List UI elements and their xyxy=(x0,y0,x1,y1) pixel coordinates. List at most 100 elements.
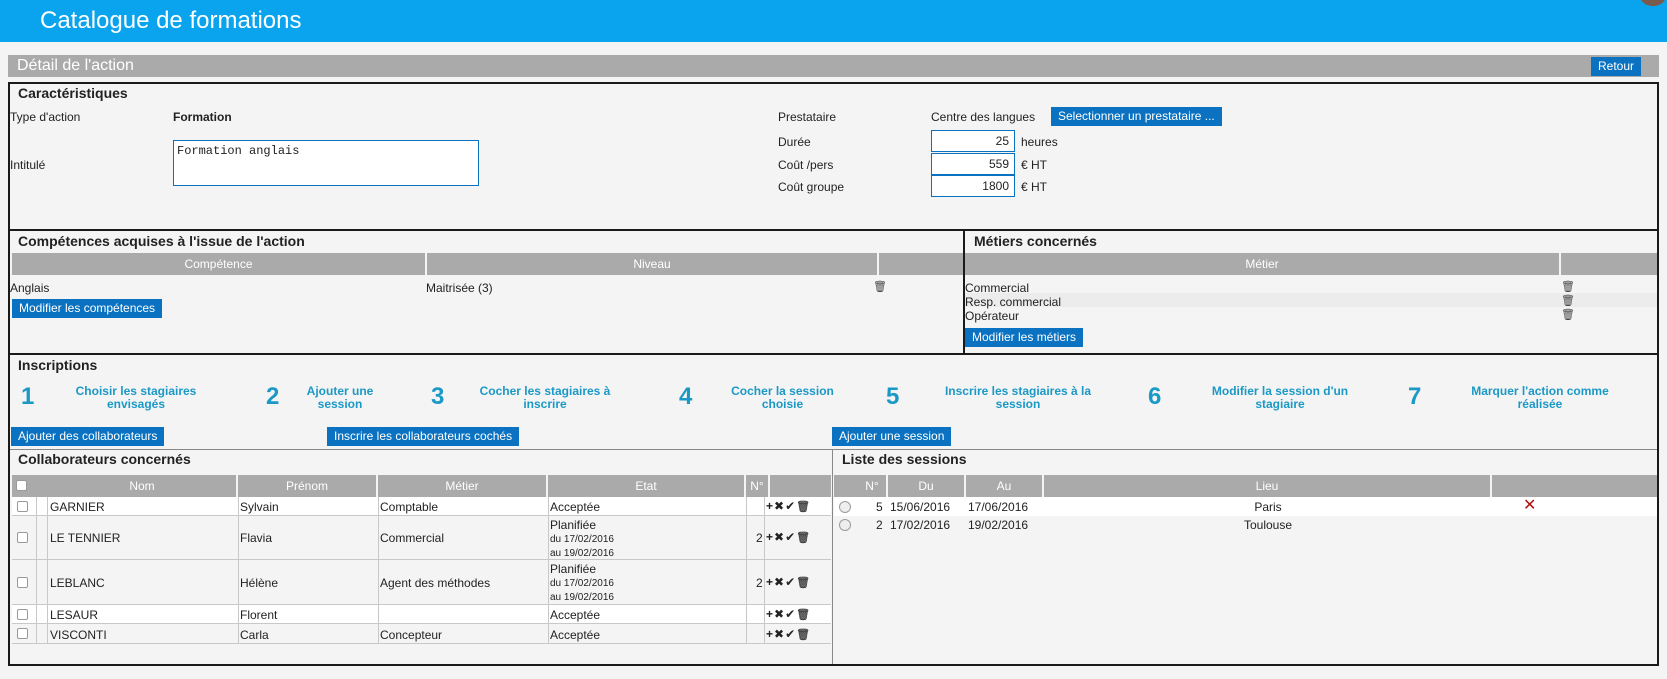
type-value: Formation xyxy=(173,110,232,124)
trash-icon[interactable]: 🗑 xyxy=(873,280,887,293)
trash-icon[interactable]: 🗑 xyxy=(796,532,811,544)
sessions-col-to[interactable]: Au xyxy=(966,475,1044,497)
register-checked-button[interactable]: Inscrire les collaborateurs cochés xyxy=(327,427,520,446)
provider-value: Centre des langues xyxy=(931,110,1036,124)
trash-icon[interactable]: 🗑 xyxy=(796,609,811,621)
row-action-icons[interactable]: +✖✔ xyxy=(766,575,796,589)
cost-group-unit: € HT xyxy=(1021,180,1048,194)
sessions-col-from[interactable]: Du xyxy=(888,475,966,497)
step-text: Modifier la session d'un stagiaire xyxy=(1211,384,1349,411)
skills-heading: Compétences acquises à l'issue de l'acti… xyxy=(18,233,305,249)
skill-level: Maitrisée (3) xyxy=(426,281,493,295)
cost-group-input[interactable]: 1800 xyxy=(931,175,1015,197)
row-num: 2 xyxy=(756,576,763,590)
select-provider-button[interactable]: Selectionner un prestataire ... xyxy=(1051,107,1222,126)
trash-icon[interactable]: 🗑 xyxy=(1561,308,1575,321)
sessions-heading: Liste des sessions xyxy=(842,451,967,467)
row-actions[interactable]: +✖✔🗑 xyxy=(766,499,811,513)
session-radio[interactable] xyxy=(839,519,851,531)
trash-icon[interactable]: 🗑 xyxy=(796,501,811,513)
row-metier: Comptable xyxy=(380,500,439,514)
col-etat[interactable]: Etat xyxy=(548,475,746,497)
row-etat: Acceptée xyxy=(550,628,601,642)
add-collaborators-button[interactable]: Ajouter des collaborateurs xyxy=(11,427,165,446)
row-nom: VISCONTI xyxy=(50,628,107,642)
page-title: Détail de l'action xyxy=(17,57,134,74)
session-num: 2 xyxy=(876,518,883,532)
step-text: Inscrire les stagiaires à la session xyxy=(944,384,1092,411)
row-action-icons[interactable]: +✖✔ xyxy=(766,530,796,544)
type-label: Type d'action xyxy=(10,110,81,124)
cost-person-input[interactable]: 559 xyxy=(931,153,1015,175)
trash-icon[interactable]: 🗑 xyxy=(796,629,811,641)
row-nom: GARNIER xyxy=(50,500,105,514)
trash-icon[interactable]: 🗑 xyxy=(1561,294,1575,307)
divider xyxy=(10,449,1657,450)
edit-jobs-button[interactable]: Modifier les métiers xyxy=(965,328,1084,347)
trash-icon[interactable]: 🗑 xyxy=(796,577,811,589)
cost-person-label: Coût /pers xyxy=(778,158,834,172)
col-nom[interactable]: Nom xyxy=(48,475,238,497)
jobs-heading: Métiers concernés xyxy=(974,233,1097,249)
grid-line xyxy=(548,497,549,644)
row-checkbox[interactable] xyxy=(17,501,28,512)
row-action-icons[interactable]: +✖✔ xyxy=(766,607,796,621)
close-icon[interactable]: ✕ xyxy=(1523,495,1536,515)
edit-skills-button[interactable]: Modifier les compétences xyxy=(12,299,163,318)
session-from: 17/02/2016 xyxy=(890,518,951,532)
section-header: Détail de l'action xyxy=(8,55,1659,77)
registrations-heading: Inscriptions xyxy=(18,357,98,373)
row-etat: Acceptée xyxy=(550,500,601,514)
row-checkbox[interactable] xyxy=(17,577,28,588)
skills-col-actions xyxy=(879,253,963,275)
title-textarea[interactable]: Formation anglais xyxy=(173,140,479,186)
row-actions[interactable]: +✖✔🗑 xyxy=(766,607,811,621)
col-prenom[interactable]: Prénom xyxy=(238,475,378,497)
row-nom: LESAUR xyxy=(50,608,99,622)
session-num: 5 xyxy=(876,500,883,514)
cost-group-label: Coût groupe xyxy=(778,180,845,194)
session-radio[interactable] xyxy=(839,501,851,513)
provider-label: Prestataire xyxy=(778,110,837,124)
trash-icon[interactable]: 🗑 xyxy=(1561,280,1575,293)
row-checkbox[interactable] xyxy=(17,609,28,620)
row-action-icons[interactable]: +✖✔ xyxy=(766,499,796,513)
row-etat: Acceptée xyxy=(550,608,601,622)
row-date-to: au 19/02/2016 xyxy=(550,548,614,559)
row-checkbox[interactable] xyxy=(17,532,28,543)
row-actions[interactable]: +✖✔🗑 xyxy=(766,575,811,589)
select-all-checkbox[interactable] xyxy=(16,480,27,491)
row-checkbox[interactable] xyxy=(17,628,28,639)
row-nom: LEBLANC xyxy=(50,576,105,590)
divider xyxy=(832,449,833,664)
col-metier[interactable]: Métier xyxy=(378,475,548,497)
row-actions[interactable]: +✖✔🗑 xyxy=(766,627,811,641)
sessions-col-num[interactable]: N° xyxy=(858,475,888,497)
sessions-col-place[interactable]: Lieu xyxy=(1044,475,1492,497)
row-actions[interactable]: +✖✔🗑 xyxy=(766,530,811,544)
cost-person-unit: € HT xyxy=(1021,158,1048,172)
skills-col-skill[interactable]: Compétence xyxy=(12,253,427,275)
row-date-from: du 17/02/2016 xyxy=(550,534,614,545)
add-session-button[interactable]: Ajouter une session xyxy=(832,427,952,446)
grid-line xyxy=(746,497,747,644)
jobs-col-actions xyxy=(1561,253,1657,275)
jobs-col-job[interactable]: Métier xyxy=(965,253,1561,275)
row-action-icons[interactable]: +✖✔ xyxy=(766,627,796,641)
col-num[interactable]: N° xyxy=(746,475,770,497)
row-prenom: Hélène xyxy=(240,576,279,590)
step-number: 3 xyxy=(431,383,445,410)
collaborators-heading: Collaborateurs concernés xyxy=(18,451,191,467)
grid-line xyxy=(238,497,239,644)
duration-input[interactable]: 25 xyxy=(931,130,1015,152)
skill-name: Anglais xyxy=(10,281,50,295)
skills-col-level[interactable]: Niveau xyxy=(427,253,879,275)
row-metier: Agent des méthodes xyxy=(380,576,491,590)
back-button[interactable]: Retour xyxy=(1591,57,1642,76)
title-label: Intitulé xyxy=(10,158,46,172)
duration-unit: heures xyxy=(1021,135,1058,149)
grid-line xyxy=(47,497,48,644)
row-prenom: Carla xyxy=(240,628,269,642)
step-text: Cocher la session choisie xyxy=(731,384,834,411)
session-from: 15/06/2016 xyxy=(890,500,951,514)
